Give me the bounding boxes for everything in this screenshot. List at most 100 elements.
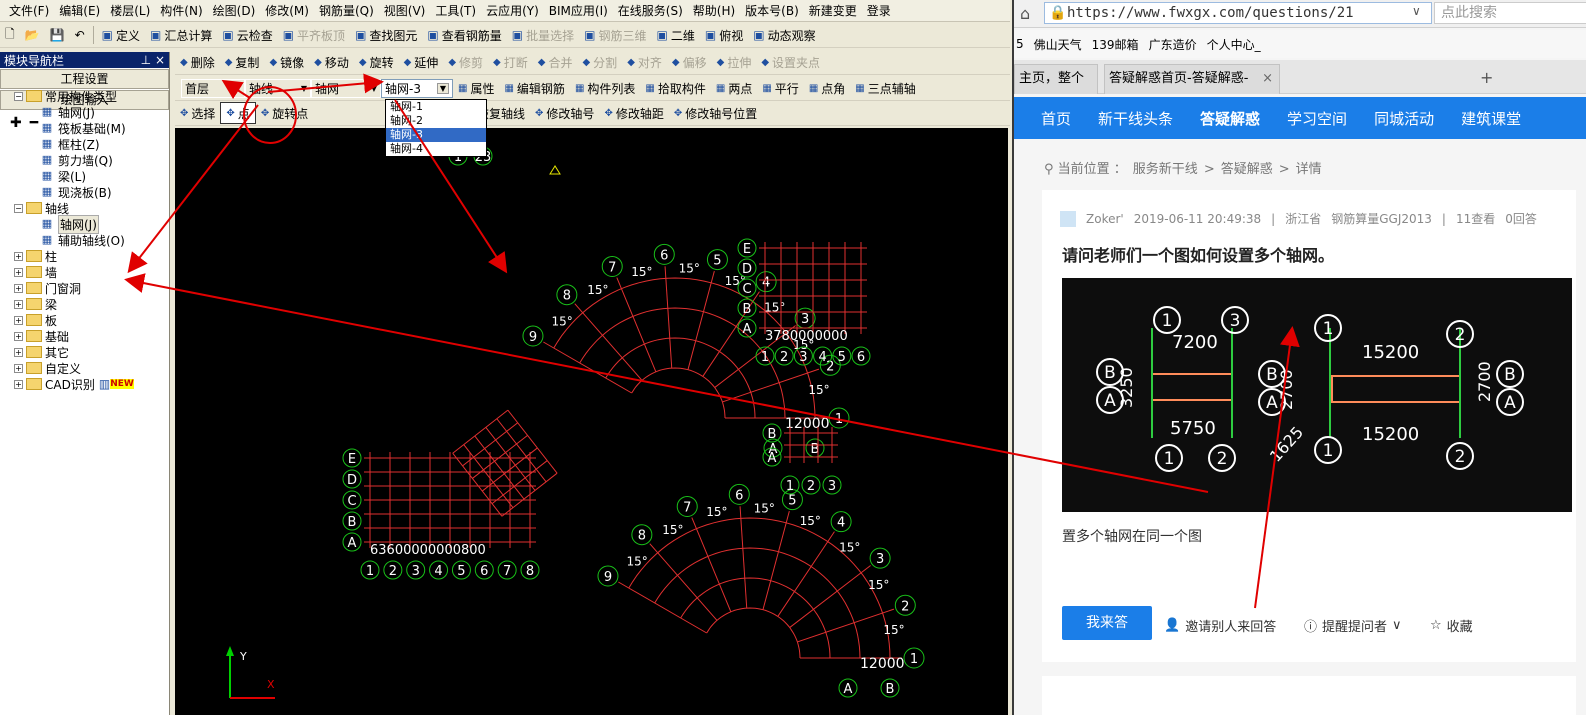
toolbar3-button-7[interactable]: ▦ 三点辅轴 <box>850 77 920 99</box>
tree-node-10[interactable]: + 柱 <box>14 248 170 264</box>
tree-node-15[interactable]: + 基础 <box>14 328 170 344</box>
menu-item-2[interactable]: 楼层(L) <box>105 2 155 19</box>
toolbar1-button-6[interactable]: ▣ 批量选择 <box>507 24 579 46</box>
toolbar1-button-7[interactable]: ▣ 钢筋三维 <box>579 24 651 46</box>
menu-item-1[interactable]: 编辑(E) <box>54 2 105 19</box>
menu-item-4[interactable]: 绘图(D) <box>208 2 261 19</box>
browser-tab-1[interactable]: 答疑解惑首页-答疑解惑- × <box>1104 64 1280 94</box>
tree-node-0[interactable]: − 常用构件类型 <box>14 88 170 104</box>
toolbar2-button-7[interactable]: ◆ 打断 <box>488 51 533 73</box>
site-nav-item-2[interactable]: 答疑解惑 <box>1200 108 1260 129</box>
menu-item-8[interactable]: 工具(T) <box>430 2 481 19</box>
menu-item-6[interactable]: 钢筋量(Q) <box>314 2 379 19</box>
menu-item-0[interactable]: 文件(F) <box>4 2 54 19</box>
tree-node-17[interactable]: + 自定义 <box>14 360 170 376</box>
toolbar4-button-0[interactable]: ✥ 选择 <box>175 102 220 124</box>
question-photo[interactable]: 1 3 7200 B 3250 A 5750 1 2 1 2 15200 B 2700 A 15200 1 2 27… <box>1062 278 1572 512</box>
floor-select[interactable]: 首层 ▼ <box>181 78 245 98</box>
site-nav-item-0[interactable]: 首页 <box>1041 108 1071 129</box>
tree-node-12[interactable]: + 门窗洞 <box>14 280 170 296</box>
toolbar2-button-3[interactable]: ◆ 移动 <box>309 51 354 73</box>
category-select[interactable]: 轴线 ▼ <box>245 78 311 98</box>
tree-node-16[interactable]: + 其它 <box>14 344 170 360</box>
toolbar1-button-2[interactable]: ▣ 云检查 <box>217 24 277 46</box>
toolbar2-button-5[interactable]: ◆ 延伸 <box>399 51 444 73</box>
bookmark-4[interactable]: 个人中心_ <box>1207 36 1261 53</box>
remind-asker-link[interactable]: ⓘ 提醒提问者 ∨ <box>1304 616 1402 635</box>
toolbar1-button-8[interactable]: ▣ 二维 <box>652 24 700 46</box>
collapse-icon[interactable]: − <box>14 91 23 101</box>
toolbar2-button-2[interactable]: ◆ 镜像 <box>264 51 309 73</box>
home-icon[interactable]: ⌂ <box>1020 4 1030 23</box>
toolbar1-button-0[interactable]: ▣ 定义 <box>97 24 145 46</box>
invite-answer-link[interactable]: 👤 邀请别人来回答 <box>1164 616 1276 635</box>
drawing-canvas[interactable]: 9 15° 8 15° 7 15° 6 15° 5 15° 4 15° 3 15° 2 15° 1 12000 A B… <box>175 128 1008 715</box>
toolbar2-button-9[interactable]: ◆ 分割 <box>577 51 622 73</box>
toolbar3-button-5[interactable]: ▦ 平行 <box>757 77 803 99</box>
dropdown-option-2[interactable]: 轴网-3 <box>386 128 486 142</box>
toolbar3-button-4[interactable]: ▦ 两点 <box>711 77 757 99</box>
undo-icon[interactable]: ↶ <box>70 24 90 46</box>
save-icon[interactable]: 💾 <box>45 24 70 46</box>
url-field[interactable]: 🔒 https://www.fwxgx.com/questions/21 <box>1044 2 1432 24</box>
expand-icon[interactable]: + <box>14 251 23 261</box>
favorite-link[interactable]: ☆ 收藏 <box>1430 616 1473 635</box>
toolbar1-button-10[interactable]: ▣ 动态观察 <box>748 24 820 46</box>
tree-node-11[interactable]: + 墙 <box>14 264 170 280</box>
bookmark-0[interactable]: 5 <box>1016 37 1024 51</box>
toolbar1-button-4[interactable]: ▣ 查找图元 <box>350 24 422 46</box>
tree-node-4[interactable]: ▦ 剪力墙(Q) <box>14 152 170 168</box>
new-file-icon[interactable]: 🗋 <box>0 24 20 46</box>
dropdown-option-0[interactable]: 轴网-1 <box>386 100 486 114</box>
site-nav-item-5[interactable]: 建筑课堂 <box>1461 108 1521 129</box>
toolbar2-button-6[interactable]: ◆ 修剪 <box>443 51 488 73</box>
expand-icon[interactable]: + <box>14 363 23 373</box>
project-settings-button[interactable]: 工程设置 <box>0 69 169 89</box>
menu-item-9[interactable]: 云应用(Y) <box>481 2 544 19</box>
site-nav-item-4[interactable]: 同城活动 <box>1374 108 1434 129</box>
toolbar1-button-1[interactable]: ▣ 汇总计算 <box>145 24 217 46</box>
menu-item-13[interactable]: 版本号(B) <box>740 2 804 19</box>
tree-node-18[interactable]: + CAD识别 ▥ NEW <box>14 376 170 392</box>
toolbar2-button-1[interactable]: ◆ 复制 <box>220 51 265 73</box>
expand-icon[interactable]: + <box>14 299 23 309</box>
toolbar2-button-13[interactable]: ◆ 设置夹点 <box>756 51 825 73</box>
toolbar3-button-6[interactable]: ▦ 点角 <box>804 77 850 99</box>
toolbar2-button-11[interactable]: ◆ 偏移 <box>667 51 712 73</box>
expand-icon[interactable]: + <box>14 331 23 341</box>
toolbar2-button-4[interactable]: ◆ 旋转 <box>354 51 399 73</box>
close-icon[interactable]: × <box>1262 65 1273 93</box>
tree-node-2[interactable]: ▦ 筏板基础(M) <box>14 120 170 136</box>
bookmark-2[interactable]: 139邮箱 <box>1092 36 1139 53</box>
menu-item-11[interactable]: 在线服务(S) <box>613 2 688 19</box>
breadcrumb-part-3[interactable]: 答疑解惑 <box>1221 162 1273 177</box>
type-select[interactable]: 轴网 ▼ <box>311 78 381 98</box>
new-tab-icon[interactable]: + <box>1480 68 1493 87</box>
expand-icon[interactable]: + <box>14 315 23 325</box>
arc-grid-bottom[interactable]: 915°8 15°7 15°615°515° 415°315°215°112000A B <box>597 483 925 698</box>
site-nav-item-1[interactable]: 新干线头条 <box>1098 108 1173 129</box>
menu-item-3[interactable]: 构件(N) <box>155 2 207 19</box>
toolbar3-button-3[interactable]: ▦ 拾取构件 <box>640 77 710 99</box>
tree-node-13[interactable]: + 梁 <box>14 296 170 312</box>
answer-button[interactable]: 我来答 <box>1062 606 1152 640</box>
toolbar2-button-0[interactable]: ◆ 删除 <box>175 51 220 73</box>
tree-node-14[interactable]: + 板 <box>14 312 170 328</box>
rect-grid-small[interactable]: BA1 2 3 <box>762 423 842 495</box>
search-field[interactable]: 点此搜索 <box>1434 2 1586 24</box>
menu-item-15[interactable]: 登录 <box>862 2 896 19</box>
toolbar1-button-3[interactable]: ▣ 平齐板顶 <box>278 24 350 46</box>
expand-icon[interactable]: + <box>14 347 23 357</box>
expand-icon[interactable]: + <box>14 283 23 293</box>
expand-icon[interactable]: + <box>14 267 23 277</box>
browser-tab-0[interactable]: 主页，整个 <box>1014 64 1098 94</box>
collapse-icon[interactable]: − <box>14 203 23 213</box>
dropdown-arrow-icon[interactable]: ∨ <box>1412 4 1421 18</box>
dropdown-option-1[interactable]: 轴网-2 <box>386 114 486 128</box>
toolbar3-button-2[interactable]: ▦ 构件列表 <box>570 77 640 99</box>
tree-node-1[interactable]: ▦ 轴网(J) <box>14 104 170 120</box>
tree-node-6[interactable]: ▦ 现浇板(B) <box>14 184 170 200</box>
site-nav-item-3[interactable]: 学习空间 <box>1287 108 1347 129</box>
toolbar2-button-10[interactable]: ◆ 对齐 <box>622 51 667 73</box>
tree-node-8[interactable]: ▦ 轴网(J) <box>14 214 170 234</box>
